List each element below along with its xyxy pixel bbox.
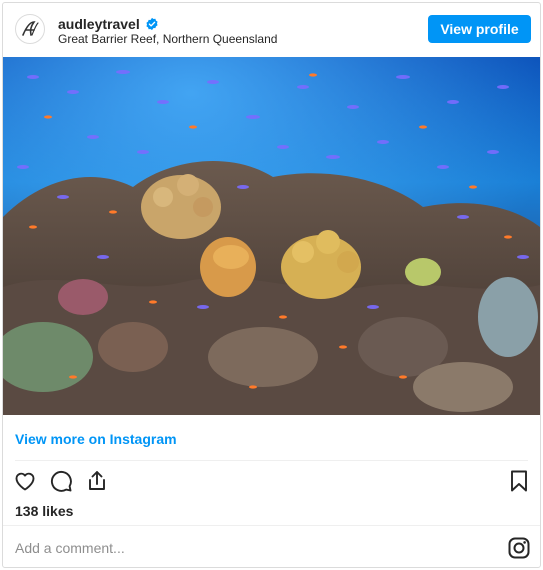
- username-row: audleytravel: [58, 16, 159, 32]
- instagram-icon[interactable]: [507, 536, 531, 560]
- comment-input[interactable]: [13, 536, 457, 560]
- avatar[interactable]: [15, 14, 45, 44]
- comment-bar: [3, 526, 540, 569]
- post-image[interactable]: [3, 57, 540, 415]
- bookmark-icon[interactable]: [505, 467, 533, 495]
- share-icon[interactable]: [83, 467, 111, 495]
- instagram-embed-card: audleytravel Great Barrier Reef, Norther…: [2, 2, 541, 568]
- heart-icon[interactable]: [11, 467, 39, 495]
- audley-logo-icon: [22, 21, 39, 36]
- view-more-link[interactable]: View more on Instagram: [15, 431, 177, 447]
- view-profile-button[interactable]: View profile: [428, 15, 531, 43]
- divider: [15, 460, 528, 461]
- verified-badge-icon: [145, 17, 159, 31]
- post-header: audleytravel Great Barrier Reef, Norther…: [3, 3, 540, 57]
- username[interactable]: audleytravel: [58, 16, 140, 32]
- location-link[interactable]: Great Barrier Reef, Northern Queensland: [58, 32, 277, 46]
- comment-icon[interactable]: [47, 467, 75, 495]
- action-bar: [3, 467, 540, 499]
- likes-count[interactable]: 138 likes: [15, 503, 73, 519]
